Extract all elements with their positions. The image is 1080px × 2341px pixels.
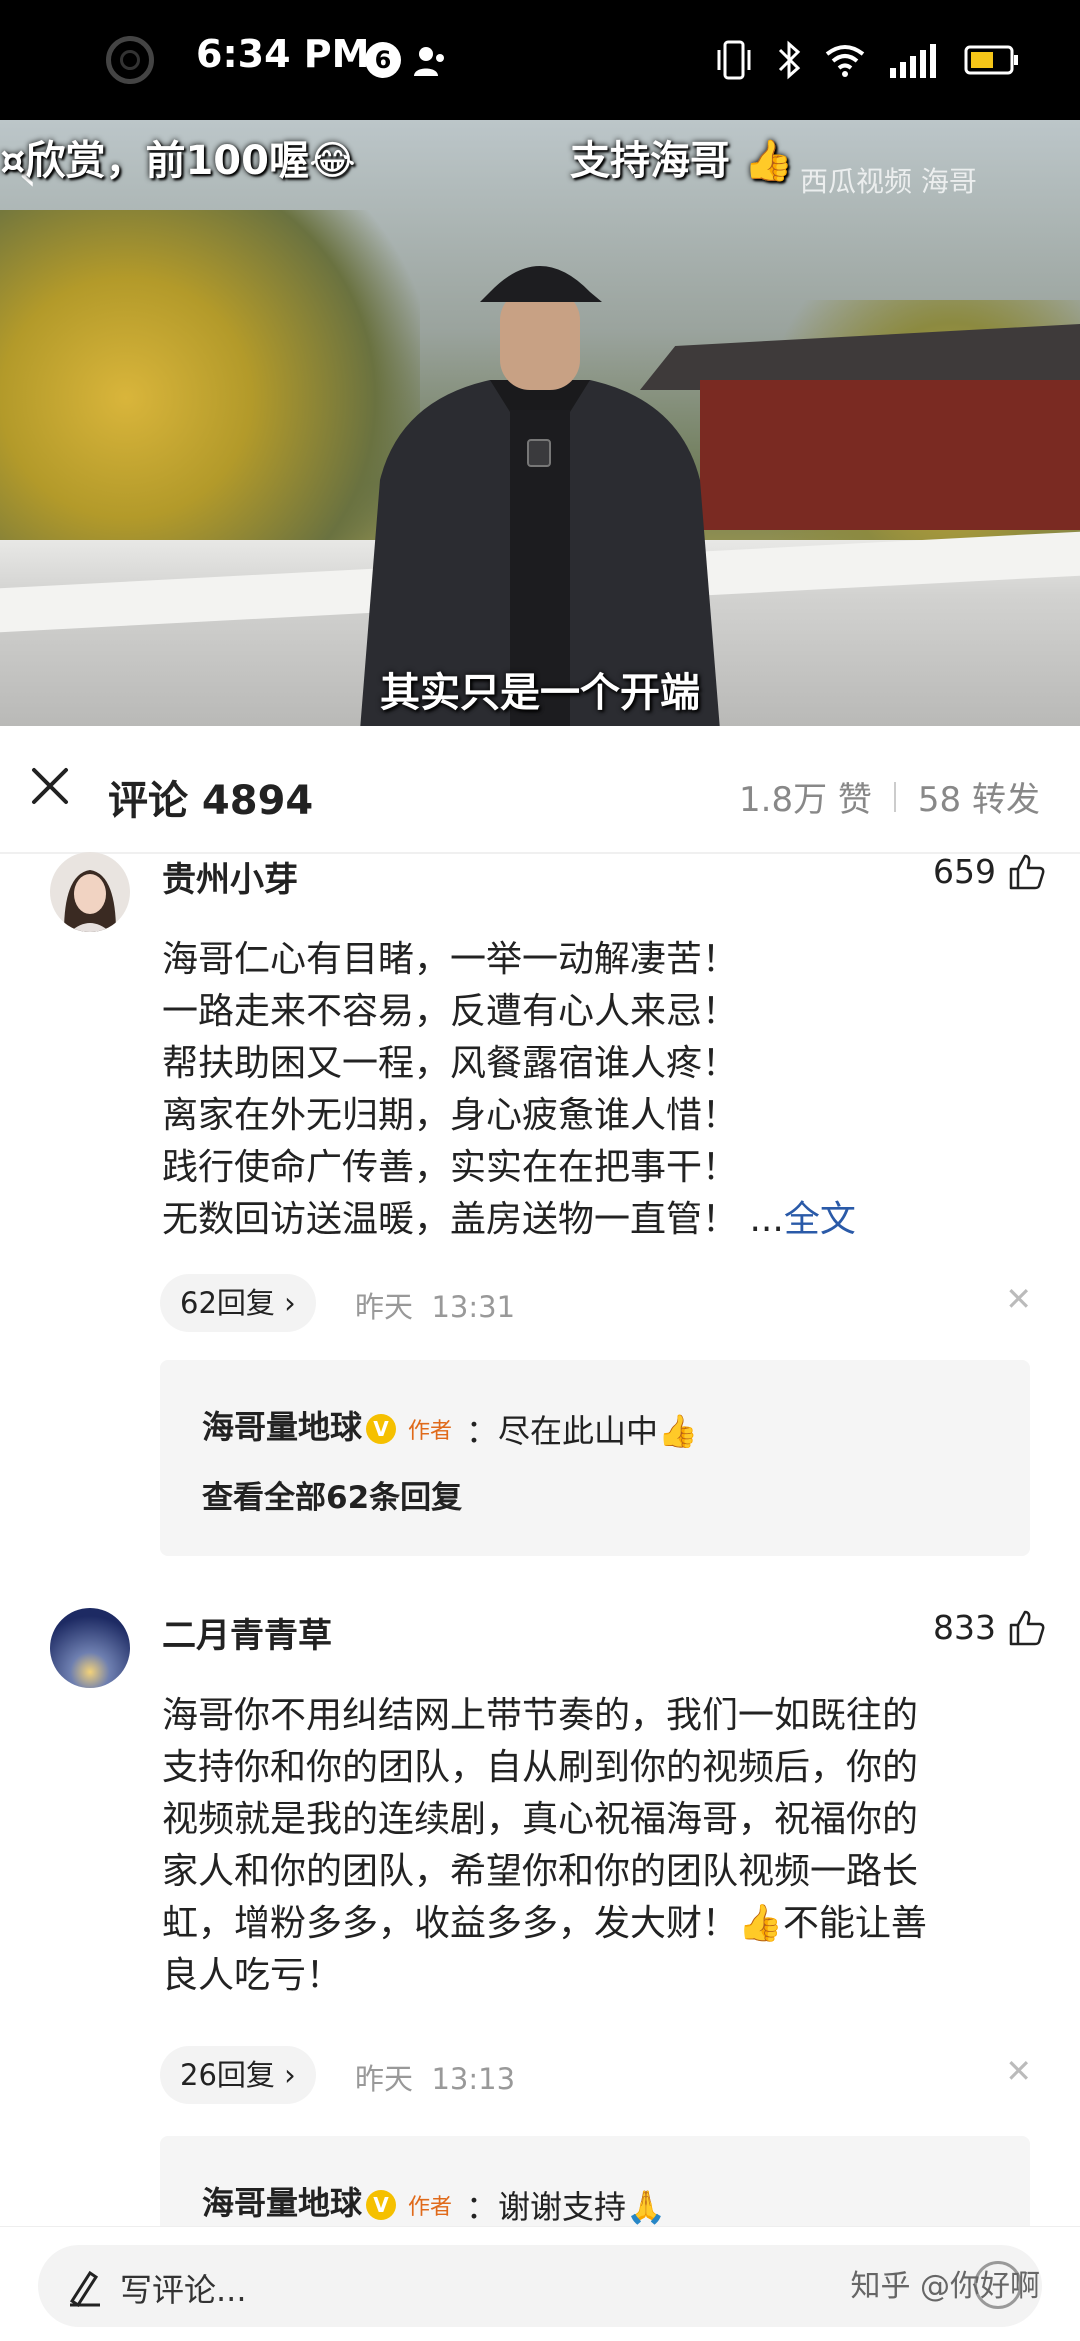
video-overlay-text-left: ¤欣赏，前100喔😂 xyxy=(0,138,356,184)
like-count: 833 xyxy=(933,1608,996,1647)
reply-author-line: 海哥量地球 V 作者 ：谢谢支持🙏 xyxy=(202,2178,666,2228)
vibrate-icon xyxy=(717,40,751,80)
comment-line-last: 无数回访送温暖，盖房送物一直管！ ...全文 xyxy=(162,1194,1042,1246)
likes-count[interactable]: 1.8万 赞 xyxy=(739,772,872,821)
comment-input-placeholder: 写评论... xyxy=(120,2271,247,2309)
status-time: 6:34 PM xyxy=(196,32,370,76)
comments-title: 评论 4894 xyxy=(108,778,314,824)
chevron-right-icon: › xyxy=(284,2058,296,2092)
comment-line: 离家在外无归期，身心疲惫谁人惜！ xyxy=(162,1095,739,1136)
comment-line: 支持你和你的团队，自从刷到你的视频后，你的 xyxy=(162,1747,919,1788)
see-all-replies-link[interactable]: 查看全部62条回复 xyxy=(202,1472,462,1517)
comment-time: 13:31 xyxy=(431,1290,516,1324)
reply-count-button[interactable]: 62回复 › xyxy=(160,1274,316,1332)
like-count: 659 xyxy=(933,852,996,891)
video-player[interactable]: ‹ ¤欣赏，前100喔😂 支持海哥 👍 西瓜视频 海哥 其实只是一个开端 xyxy=(0,120,1080,726)
comment-line: 一路走来不容易，反遭有心人来忌！ xyxy=(162,991,739,1032)
full-text-link[interactable]: 全文 xyxy=(784,1199,856,1240)
avatar[interactable] xyxy=(50,852,130,932)
comment-date: 昨天 xyxy=(355,1290,414,1324)
dismiss-icon[interactable]: ✕ xyxy=(1005,1280,1032,1318)
video-background-pavilion xyxy=(700,380,1080,530)
comments-header: 评论 4894 1.8万 赞 58 转发 xyxy=(0,726,1080,854)
comment-line: 家人和你的团队，希望你和你的团队视频一路长 xyxy=(162,1851,919,1892)
ellipsis: ... xyxy=(749,1199,784,1240)
comment-likes[interactable]: 659 xyxy=(933,852,1046,891)
source-watermark: 知乎 @你好啊 xyxy=(850,2269,1040,2304)
person-icon xyxy=(414,47,444,76)
wifi-icon xyxy=(825,45,865,77)
camera-icon xyxy=(106,36,154,84)
comment-line: 践行使命广传善，实实在在把事干！ xyxy=(162,1147,739,1188)
thumbs-up-icon[interactable] xyxy=(1008,1609,1046,1647)
comment-date: 昨天 xyxy=(355,2062,414,2096)
reply-author[interactable]: 海哥量地球 xyxy=(202,2184,362,2222)
status-icons xyxy=(714,36,1020,84)
signal-icon xyxy=(890,44,936,78)
thumbs-up-icon[interactable] xyxy=(1008,853,1046,891)
comment-time: 13:13 xyxy=(431,2062,516,2096)
reply-text: ：尽在此山中👍 xyxy=(466,1412,698,1450)
video-overlay-text-center: 支持海哥 👍 xyxy=(570,138,794,184)
video-watermark: 西瓜视频 海哥 xyxy=(800,165,977,198)
comment-username[interactable]: 二月青青草 xyxy=(162,1608,332,1657)
shares-count[interactable]: 58 转发 xyxy=(918,772,1040,821)
close-icon[interactable] xyxy=(28,764,72,808)
comment-line-text: 无数回访送温暖，盖房送物一直管！ xyxy=(162,1199,739,1240)
reply-count-label: 62回复 xyxy=(180,1286,275,1320)
dismiss-icon[interactable]: ✕ xyxy=(1005,2052,1032,2090)
author-tag: 作者 xyxy=(408,1419,453,1444)
chevron-right-icon: › xyxy=(284,1286,296,1320)
comment-line: 帮扶助困又一程，风餐露宿谁人疼！ xyxy=(162,1043,739,1084)
video-person xyxy=(360,266,720,726)
comment-body: 海哥仁心有目睹，一举一动解凄苦！ 一路走来不容易，反遭有心人来忌！ 帮扶助困又一… xyxy=(162,934,1042,1246)
reply-count-button[interactable]: 26回复 › xyxy=(160,2046,316,2104)
author-tag: 作者 xyxy=(408,2195,453,2220)
bluetooth-icon xyxy=(778,40,801,80)
notification-count-badge: 6 xyxy=(365,42,401,78)
reply-count-label: 26回复 xyxy=(180,2058,275,2092)
comment-username[interactable]: 贵州小芽 xyxy=(162,852,298,901)
comment-line: 海哥仁心有目睹，一举一动解凄苦！ xyxy=(162,939,739,980)
comment-line: 虹，增粉多多，收益多多，发大财！👍不能让善 xyxy=(162,1903,927,1944)
reply-author-line: 海哥量地球 V 作者 ：尽在此山中👍 xyxy=(202,1402,698,1452)
verified-badge-icon: V xyxy=(366,1414,397,1444)
video-subtitle: 其实只是一个开端 xyxy=(380,670,700,716)
avatar[interactable] xyxy=(50,1608,130,1688)
status-bar: 6:34 PM 6 xyxy=(0,0,1080,120)
comment-line: 良人吃亏！ xyxy=(162,1955,343,1996)
comment-line: 视频就是我的连续剧，真心祝福海哥，祝福你的 xyxy=(162,1799,919,1840)
comment-likes[interactable]: 833 xyxy=(933,1608,1046,1647)
stats-divider xyxy=(893,781,896,812)
comment-timestamp: 昨天 13:31 xyxy=(355,1284,515,1326)
battery-icon xyxy=(964,45,1018,75)
reply-author[interactable]: 海哥量地球 xyxy=(202,1408,362,1446)
comment-line: 海哥你不用纠结网上带节奏的，我们一如既往的 xyxy=(162,1695,919,1736)
reply-text: ：谢谢支持🙏 xyxy=(466,2188,666,2226)
comment-body: 海哥你不用纠结网上带节奏的，我们一如既往的 支持你和你的团队，自从刷到你的视频后… xyxy=(162,1690,1042,2002)
author-reply-box[interactable]: 海哥量地球 V 作者 ：尽在此山中👍 查看全部62条回复 xyxy=(160,1360,1030,1556)
comment-input-bar: 写评论... 知乎 @你好啊 xyxy=(0,2226,1080,2341)
verified-badge-icon: V xyxy=(366,2190,397,2220)
comment-timestamp: 昨天 13:13 xyxy=(355,2056,515,2098)
video-stats: 1.8万 赞 58 转发 xyxy=(739,772,1040,821)
pen-icon xyxy=(69,2270,100,2307)
